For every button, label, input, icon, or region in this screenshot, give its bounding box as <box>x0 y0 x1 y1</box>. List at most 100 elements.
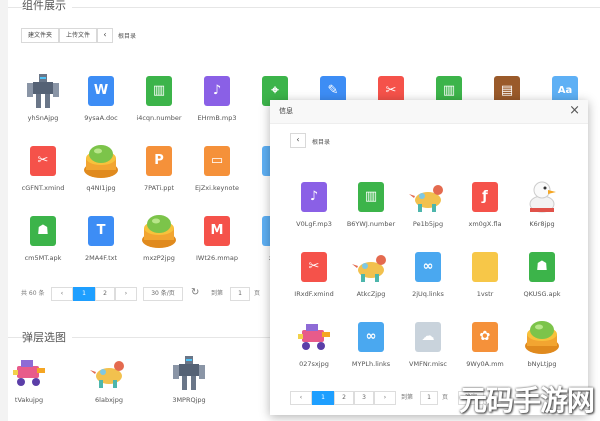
dialog-header: 信息 × <box>270 100 588 124</box>
watermark-logo: 元码手游网 <box>458 384 595 417</box>
file-name: V0LgF.mp3 <box>296 220 332 228</box>
mp3-file-icon: ♪ <box>204 76 230 106</box>
file-name: 6labxjpg <box>95 396 123 404</box>
image-thumbnail <box>408 176 448 216</box>
refresh-icon[interactable]: ↻ <box>191 286 199 300</box>
mp3-file-icon: ♪ <box>301 182 327 212</box>
new-folder-button[interactable]: 建文件夹 <box>21 28 59 43</box>
dialog-file-item[interactable]: ∞ 2jUq.links <box>396 246 460 306</box>
xmind-file-icon: ✂ <box>301 252 327 282</box>
dialog-goto-input[interactable]: 1 <box>420 391 438 405</box>
pager-total: 共 60 条 <box>21 290 45 297</box>
mm-file-icon: ✿ <box>472 322 498 352</box>
picker-file-item[interactable]: 3MPRQjpg <box>154 352 224 412</box>
xmind-file-icon: ✂ <box>30 146 56 176</box>
pager-page-2[interactable]: 2 <box>95 287 115 301</box>
dialog-file-item[interactable]: bNyLtjpg <box>510 316 574 376</box>
breadcrumb-root[interactable]: 根目录 <box>118 31 136 40</box>
image-thumbnail <box>351 246 391 286</box>
apk-file-icon: ☗ <box>30 216 56 246</box>
doc-file-icon: W <box>88 76 114 106</box>
dialog-file-item[interactable]: 1vstr <box>453 246 517 306</box>
misc-file-icon: ☁ <box>415 322 441 352</box>
number-file-icon: ▥ <box>146 76 172 106</box>
links-file-icon: ∞ <box>358 322 384 352</box>
file-name: Pe1b5jpg <box>412 220 444 228</box>
dialog-goto-label: 到第 <box>401 394 414 401</box>
file-name: AtkcZjpg <box>356 290 386 298</box>
upload-file-button[interactable]: 上传文件 <box>59 28 97 43</box>
image-thumbnail <box>9 352 49 392</box>
image-thumbnail <box>139 210 179 250</box>
pager-next-button[interactable]: › <box>115 287 137 301</box>
section-divider <box>8 7 600 8</box>
chevron-left-icon: ‹ <box>103 30 107 39</box>
file-name: 027sxjpg <box>299 360 329 368</box>
dialog-file-item[interactable]: ∞ MYPLh.links <box>339 316 403 376</box>
file-name: 2jUq.links <box>412 290 444 298</box>
dialog-file-item[interactable]: ☗ QKUSG.apk <box>510 246 574 306</box>
pager-page-unit: 页 <box>254 290 261 297</box>
dialog-file-item[interactable]: 027sxjpg <box>282 316 346 376</box>
dialog-next-button[interactable]: › <box>374 391 396 405</box>
file-name: K6r8jpg <box>529 220 555 228</box>
txt-file-icon: T <box>88 216 114 246</box>
pager-goto-label: 到第 <box>211 290 224 297</box>
file-name: 1vstr <box>476 290 494 298</box>
per-page-select[interactable]: 30 条/页 <box>143 287 183 301</box>
dialog-page-2[interactable]: 2 <box>334 391 354 405</box>
dialog-breadcrumb-root[interactable]: 根目录 <box>312 137 330 146</box>
dialog-file-item[interactable]: ☁ VMFNr.misc <box>396 316 460 376</box>
dialog-title: 信息 <box>279 107 293 115</box>
dialog-file-item[interactable]: ƒ xm0gX.fla <box>453 176 517 236</box>
dialog-file-item[interactable]: K6r8jpg <box>510 176 574 236</box>
dialog-file-item[interactable]: ✿ 9Wy0A.mm <box>453 316 517 376</box>
file-name: MYPLh.links <box>351 360 391 368</box>
file-name: 3MPRQjpg <box>172 396 206 404</box>
file-name: xm0gX.fla <box>468 220 502 228</box>
file-name: VMFNr.misc <box>409 360 447 368</box>
file-name: 9Wy0A.mm <box>466 360 504 368</box>
section2-title: 弹层选图 <box>22 329 72 345</box>
file-name: IRxdF.xmind <box>294 290 334 298</box>
folder-file-icon <box>472 252 498 282</box>
pager-page-1[interactable]: 1 <box>73 287 95 301</box>
picker-file-item[interactable]: tVakujpg <box>0 352 64 412</box>
ppt-file-icon: P <box>146 146 172 176</box>
file-name: tVakujpg <box>14 396 44 404</box>
info-dialog: 信息 × ‹ 根目录 ♪ V0LgF.mp3 ▥ B6YWJ.number Pe1b5j… <box>270 100 588 415</box>
back-button[interactable]: ‹ <box>97 28 113 43</box>
dialog-page-1[interactable]: 1 <box>312 391 334 405</box>
image-thumbnail <box>169 352 209 392</box>
image-thumbnail <box>522 176 562 216</box>
dialog-page-3[interactable]: 3 <box>354 391 374 405</box>
image-thumbnail <box>81 140 121 180</box>
dialog-back-button[interactable]: ‹ <box>290 133 306 148</box>
chevron-left-icon: ‹ <box>296 135 300 144</box>
image-thumbnail <box>89 352 129 392</box>
file-name: B6YWJ.number <box>346 220 396 228</box>
dialog-file-item[interactable]: ▥ B6YWJ.number <box>339 176 403 236</box>
number-file-icon: ▥ <box>358 182 384 212</box>
section-title: 组件展示 <box>22 0 72 13</box>
file-name: bNyLtjpg <box>527 360 557 368</box>
keynote-file-icon: ▭ <box>204 146 230 176</box>
file-name: QKUSG.apk <box>523 290 561 298</box>
links-file-icon: ∞ <box>415 252 441 282</box>
close-icon[interactable]: × <box>569 103 580 119</box>
dialog-prev-button[interactable]: ‹ <box>290 391 312 405</box>
image-thumbnail <box>522 316 562 356</box>
dialog-page-unit: 页 <box>442 394 449 401</box>
mmap-file-icon: M <box>204 216 230 246</box>
dialog-file-item[interactable]: ♪ V0LgF.mp3 <box>282 176 346 236</box>
apk-file-icon: ☗ <box>529 252 555 282</box>
picker-file-item[interactable]: 6labxjpg <box>74 352 144 412</box>
fla-file-icon: ƒ <box>472 182 498 212</box>
dialog-file-item[interactable]: ✂ IRxdF.xmind <box>282 246 346 306</box>
image-thumbnail <box>294 316 334 356</box>
pager-prev-button[interactable]: ‹ <box>51 287 73 301</box>
dialog-file-item[interactable]: AtkcZjpg <box>339 246 403 306</box>
image-thumbnail <box>23 70 63 110</box>
pager-goto-input[interactable]: 1 <box>230 287 250 301</box>
dialog-file-item[interactable]: Pe1b5jpg <box>396 176 460 236</box>
